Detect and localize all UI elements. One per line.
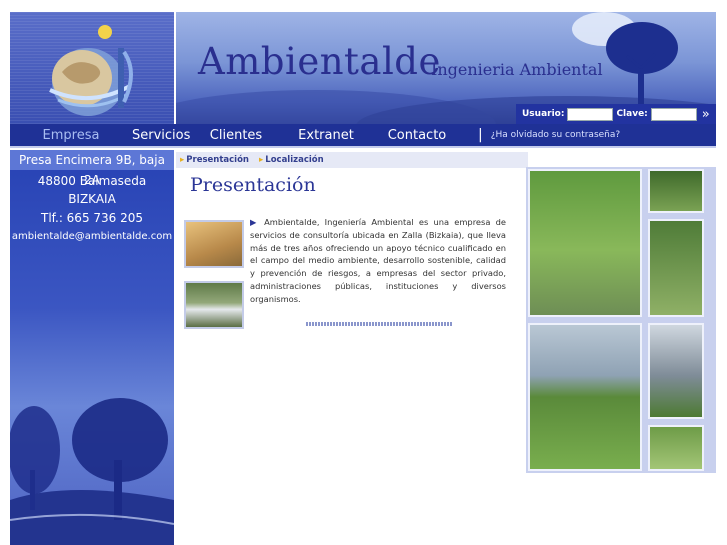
- sidebar: Presa Encimera 9B, baja 2A 48800 Balmase…: [10, 150, 174, 545]
- arrow-icon: ▸: [259, 155, 264, 165]
- presentation-text: ▶ Ambientalde, Ingeniería Ambiental es u…: [250, 217, 506, 304]
- page: Ambientalde Ingenieria Ambiental Usuario…: [10, 12, 716, 545]
- login-bar: Usuario: Clave: »: [516, 104, 716, 124]
- photo-lawn-people: [648, 425, 704, 471]
- breadcrumb-presentacion[interactable]: ▸ Presentación: [180, 155, 249, 165]
- brand-name: Ambientalde: [198, 40, 441, 83]
- photo-city-park: [528, 323, 642, 471]
- password-input[interactable]: [650, 107, 697, 121]
- page-title: Presentación: [190, 174, 316, 196]
- password-label: Clave:: [616, 109, 648, 119]
- ambientalde-logo[interactable]: [10, 12, 174, 124]
- nav-contacto[interactable]: Contacto: [364, 128, 470, 143]
- decorative-divider: [306, 322, 452, 326]
- user-label: Usuario:: [522, 109, 565, 119]
- tree-silhouette: [606, 22, 678, 106]
- photo-kids-park: [648, 219, 704, 317]
- user-input[interactable]: [567, 107, 614, 121]
- address-line-2: 48800 Balmaseda: [37, 174, 147, 188]
- nav-stripe: [10, 146, 716, 148]
- address-line-1: Presa Encimera 9B, baja 2A: [10, 150, 174, 187]
- bullet-arrow-icon: ▶: [250, 217, 265, 227]
- address-line-3: BIZKAIA: [68, 192, 116, 206]
- photo-tree-top: [648, 169, 704, 213]
- nav-clientes[interactable]: Clientes: [184, 128, 288, 143]
- thumbnail-river: [184, 281, 244, 329]
- nav-extranet[interactable]: Extranet: [288, 128, 364, 143]
- logo-panel: [10, 12, 174, 124]
- brand-tagline: Ingenieria Ambiental: [431, 60, 603, 79]
- arrow-icon: ▸: [180, 155, 185, 165]
- breadcrumb: ▸ Presentación ▸ Localización: [176, 152, 528, 168]
- thumbnail-field: [184, 220, 244, 268]
- email-link[interactable]: ambientalde@ambientalde.com: [10, 231, 174, 242]
- phone: Tlf.: 665 736 205: [40, 211, 144, 225]
- nav-empresa[interactable]: Empresa: [10, 128, 132, 143]
- photo-skyscrapers: [648, 323, 704, 419]
- login-arrow-icon[interactable]: »: [702, 108, 710, 121]
- nav-servicios[interactable]: Servicios: [132, 128, 190, 143]
- nav-separator: |: [478, 127, 483, 143]
- photo-collage: [526, 167, 716, 473]
- main-nav: Empresa Servicios Clientes Extranet Cont…: [10, 124, 716, 146]
- breadcrumb-localizacion[interactable]: ▸ Localización: [259, 155, 324, 165]
- photo-park-trees: [528, 169, 642, 317]
- landscape-trees: [10, 398, 174, 545]
- header-banner: Ambientalde Ingenieria Ambiental Usuario…: [176, 12, 716, 124]
- forgot-password-link[interactable]: ¿Ha olvidado su contraseña?: [491, 130, 620, 140]
